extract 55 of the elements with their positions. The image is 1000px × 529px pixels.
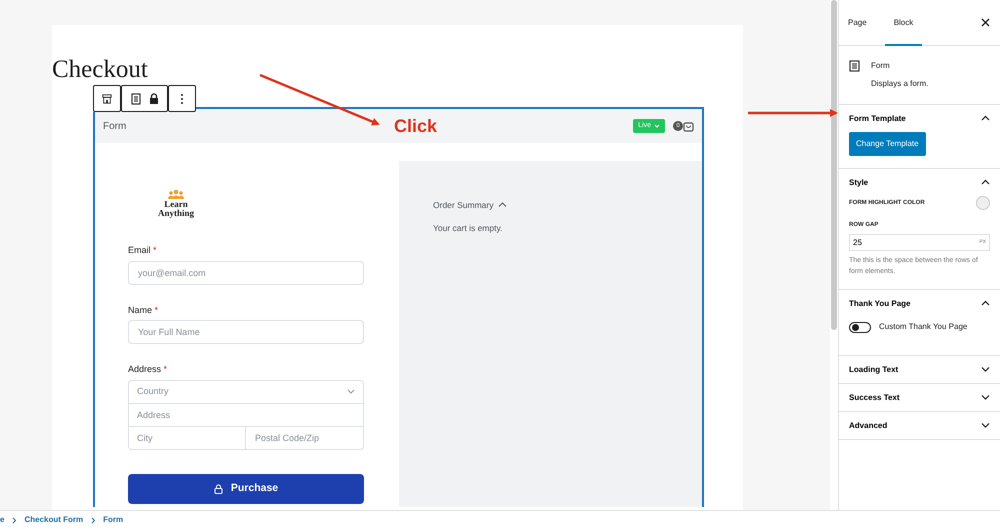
form-block-label: Form [103,120,126,134]
purchase-button[interactable]: Purchase [128,474,364,504]
block-description: Displays a form. [871,78,928,90]
input-field[interactable]: Your Full Name [128,320,364,344]
chevron-up-icon [498,202,508,208]
chevron-up-icon [981,179,990,186]
chevron-down-icon [981,394,990,401]
chevron-up-icon [981,115,990,122]
field-label: Name * [128,304,160,316]
breadcrumb-link[interactable]: Checkout Form [24,514,84,526]
lock-icon [214,484,223,494]
postal-code-field[interactable]: Postal Code/Zip [245,426,364,450]
more-options-button[interactable] [168,85,196,112]
chevron-down-icon [981,422,990,429]
chevron-down-icon [347,389,355,394]
lock-icon [148,92,158,104]
chevron-down-icon [654,124,660,128]
toggle-label: Custom Thank You Page [879,321,968,333]
page-title: Checkout [52,55,148,85]
city-field[interactable]: City [128,426,246,450]
chevron-right-icon [12,516,16,524]
scrollbar-thumb[interactable] [831,0,837,330]
cart-empty-message: Your cart is empty. [433,222,504,234]
shopping-bag-icon [683,120,694,132]
sidebar-tab[interactable]: Page [848,0,875,46]
chevron-up-icon [981,300,990,307]
input-field[interactable]: your@email.com [128,260,364,284]
chevron-right-icon [91,516,96,524]
kebab-icon [180,92,184,104]
panel-header[interactable]: Style [839,169,1000,196]
change-template-button[interactable]: Change Template [849,132,926,156]
chevron-down-icon [981,366,990,373]
address-field[interactable]: Address [128,402,364,426]
panel-header[interactable]: Success Text [839,384,1000,411]
panel-header[interactable]: Loading Text [839,356,1000,383]
annotation-label: Click [394,115,438,137]
color-picker-swatch[interactable] [976,196,990,210]
store-icon [102,92,112,104]
panel-header[interactable]: Thank You Page [839,290,1000,317]
block-name: Form [871,60,891,72]
store-button[interactable] [93,85,121,112]
close-icon [981,18,990,27]
logo: Learn Anything [141,189,211,218]
panel-header[interactable]: Advanced [839,412,1000,439]
panel-header[interactable]: Form Template [839,105,1000,132]
block-type-button[interactable] [121,85,168,112]
breadcrumb-link[interactable]: Form [103,514,124,526]
order-summary-toggle[interactable]: Order Summary [433,199,508,212]
breadcrumb-link[interactable]: e [0,514,4,526]
field-label: Email * [128,244,158,257]
sidebar-tab[interactable]: Block [884,0,922,46]
field-label: Address * [128,363,168,376]
form-icon [849,60,860,72]
toggle-switch[interactable] [849,322,871,332]
form-icon [130,92,140,104]
